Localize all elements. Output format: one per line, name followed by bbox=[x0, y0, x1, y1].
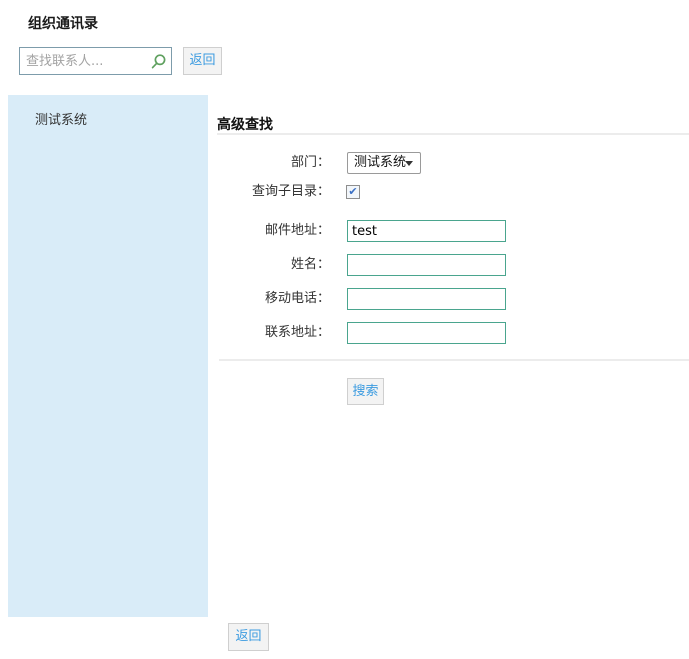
name-field[interactable] bbox=[347, 254, 506, 276]
department-select-value: 测试系统 bbox=[354, 155, 406, 170]
form-divider bbox=[219, 359, 689, 361]
chevron-down-icon bbox=[405, 161, 413, 166]
sidebar-item-test-system[interactable]: 测试系统 bbox=[8, 95, 208, 128]
search-button[interactable]: 搜索 bbox=[347, 378, 384, 405]
page-title: 组织通讯录 bbox=[28, 13, 98, 33]
mobile-phone-label: 移动电话： bbox=[217, 288, 330, 310]
search-icon[interactable] bbox=[150, 53, 167, 70]
advanced-search-heading: 高级查找 bbox=[217, 114, 273, 134]
contact-address-label: 联系地址： bbox=[217, 322, 330, 344]
back-button-bottom[interactable]: 返回 bbox=[228, 623, 269, 651]
email-label: 邮件地址： bbox=[217, 220, 330, 242]
department-select[interactable]: 测试系统 bbox=[347, 152, 421, 174]
name-label: 姓名： bbox=[217, 254, 330, 276]
subdirectory-checkbox[interactable]: ✔ bbox=[346, 185, 360, 199]
page: 组织通讯录 返回 测试系统 高级查找 部门： 测试系统 查询子目录： ✔ 邮件地… bbox=[0, 0, 689, 659]
back-button-top[interactable]: 返回 bbox=[183, 47, 222, 75]
subdirectory-label: 查询子目录： bbox=[217, 183, 330, 201]
heading-divider bbox=[217, 133, 689, 135]
mobile-phone-field[interactable] bbox=[347, 288, 506, 310]
contact-address-field[interactable] bbox=[347, 322, 506, 344]
department-label: 部门： bbox=[217, 152, 330, 174]
email-field[interactable] bbox=[347, 220, 506, 242]
sidebar: 测试系统 bbox=[8, 95, 208, 617]
